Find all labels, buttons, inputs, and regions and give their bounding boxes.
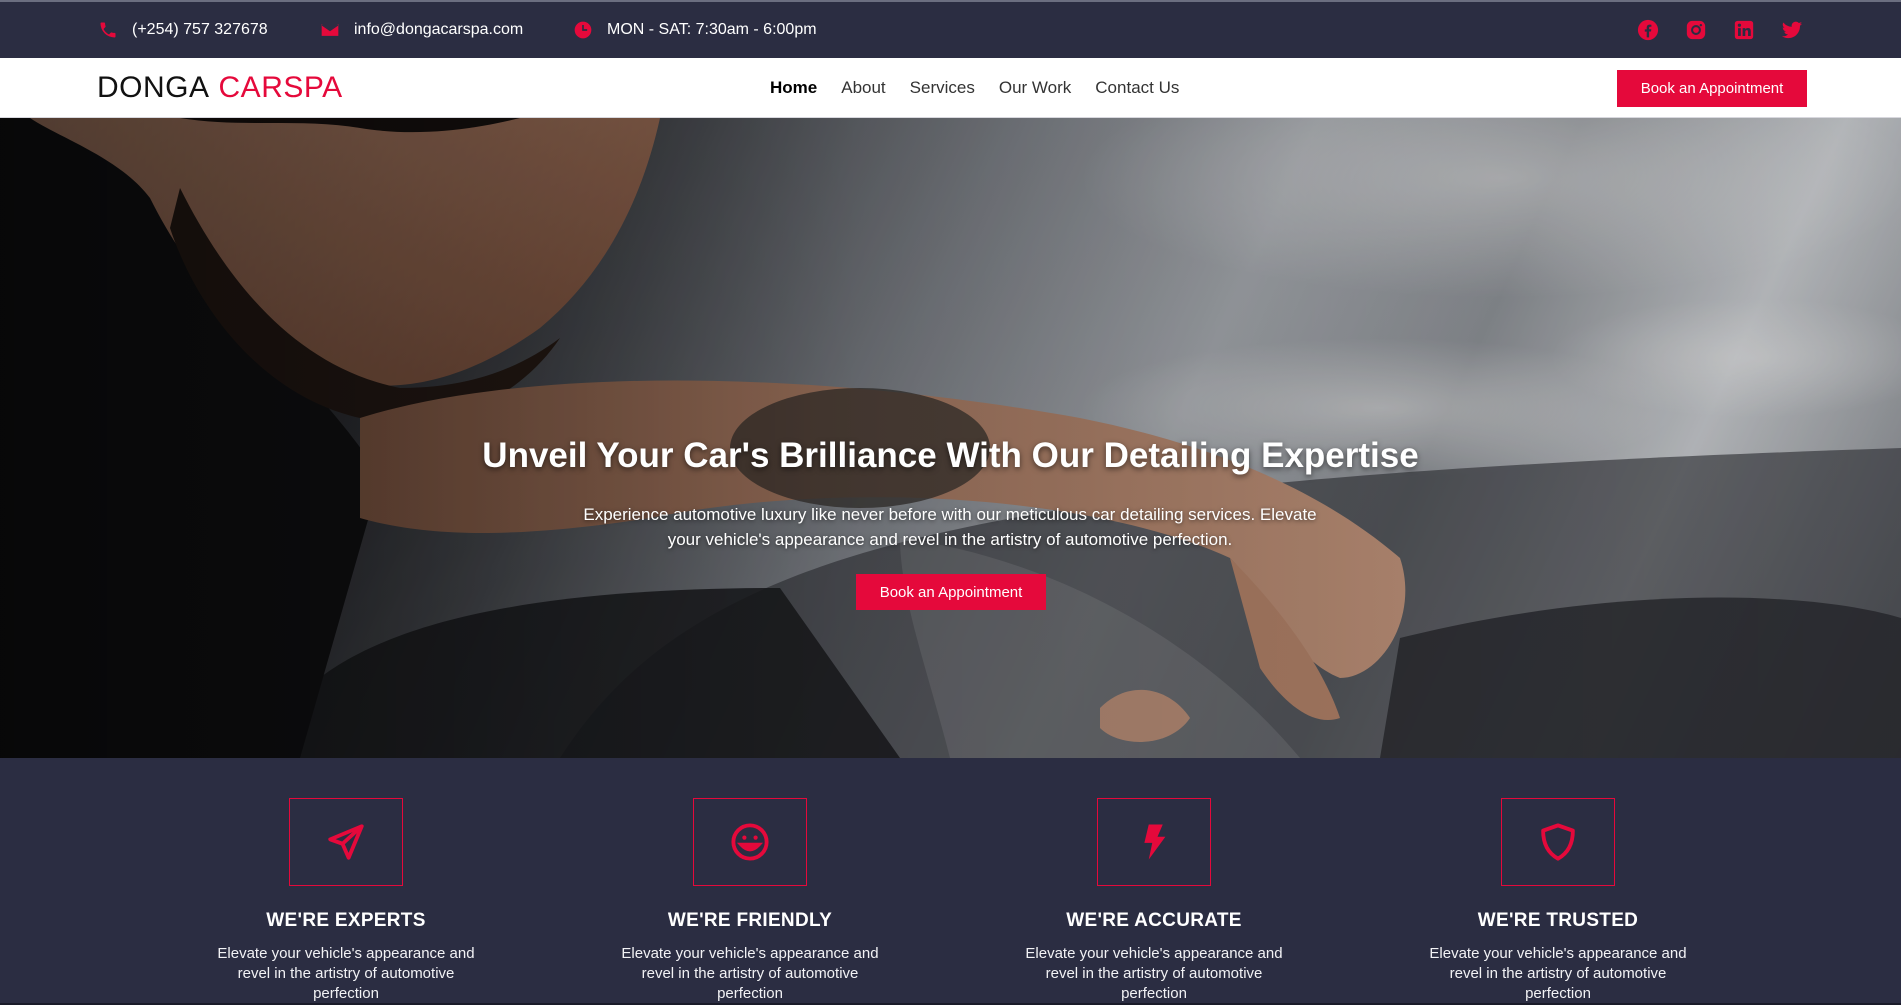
logo-accent: CARSPA — [218, 71, 343, 104]
features-section: WE'RE EXPERTS Elevate your vehicle's app… — [0, 758, 1901, 1005]
feature-title: WE'RE EXPERTS — [266, 910, 426, 931]
phone-icon — [100, 22, 116, 38]
feature-icon-box — [1097, 798, 1211, 886]
top-info-bar: (+254) 757 327678 info@dongacarspa.com M… — [0, 0, 1901, 58]
feature-icon-box — [693, 798, 807, 886]
instagram-icon[interactable] — [1685, 19, 1707, 41]
shield-icon — [1541, 823, 1575, 861]
hero-subtitle: Experience automotive luxury like never … — [583, 505, 1317, 549]
lightning-icon — [1144, 824, 1166, 860]
feature-text: Elevate your vehicle's appearance and re… — [1429, 945, 1687, 1002]
clock-icon — [574, 21, 592, 39]
main-navbar: DONGA CARSPA Home About Services Our Wor… — [0, 58, 1901, 118]
nav-item-home[interactable]: Home — [770, 78, 817, 98]
feature-title: WE'RE TRUSTED — [1477, 910, 1639, 931]
smile-icon — [731, 823, 769, 861]
feature-text: Elevate your vehicle's appearance and re… — [217, 945, 475, 1002]
feature-text: Elevate your vehicle's appearance and re… — [1025, 945, 1283, 1002]
linkedin-icon[interactable] — [1733, 19, 1755, 41]
hours-info: MON - SAT: 7:30am - 6:00pm — [573, 2, 817, 58]
nav-item-services[interactable]: Services — [910, 78, 975, 98]
logo-primary: DONGA — [97, 71, 210, 104]
nav-item-contact-us[interactable]: Contact Us — [1095, 78, 1179, 98]
nav-item-our-work[interactable]: Our Work — [999, 78, 1071, 98]
mail-icon — [321, 24, 339, 36]
book-appointment-button[interactable]: Book an Appointment — [1617, 70, 1807, 107]
feature-title: WE'RE FRIENDLY — [667, 910, 833, 931]
hero-book-appointment-button[interactable]: Book an Appointment — [856, 574, 1046, 610]
email-address[interactable]: info@dongacarspa.com — [354, 21, 523, 39]
site-logo[interactable]: DONGA CARSPA — [97, 58, 343, 118]
email-info[interactable]: info@dongacarspa.com — [320, 2, 523, 58]
twitter-icon[interactable] — [1781, 19, 1803, 41]
nav-item-about[interactable]: About — [841, 78, 885, 98]
social-links — [1637, 2, 1803, 58]
feature-icon-box — [1501, 798, 1615, 886]
phone-number[interactable]: (+254) 757 327678 — [132, 21, 268, 39]
phone-info[interactable]: (+254) 757 327678 — [98, 2, 268, 58]
facebook-icon[interactable] — [1637, 19, 1659, 41]
feature-title: WE'RE ACCURATE — [1066, 910, 1242, 931]
hero-section: Unveil Your Car's Brilliance With Our De… — [0, 118, 1901, 758]
business-hours: MON - SAT: 7:30am - 6:00pm — [607, 21, 817, 38]
hero-title: Unveil Your Car's Brilliance With Our De… — [482, 436, 1419, 475]
feature-icon-box — [289, 798, 403, 886]
feature-text: Elevate your vehicle's appearance and re… — [621, 945, 879, 1002]
paper-plane-icon — [328, 824, 364, 860]
nav-menu: Home About Services Our Work Contact Us — [770, 58, 1179, 118]
